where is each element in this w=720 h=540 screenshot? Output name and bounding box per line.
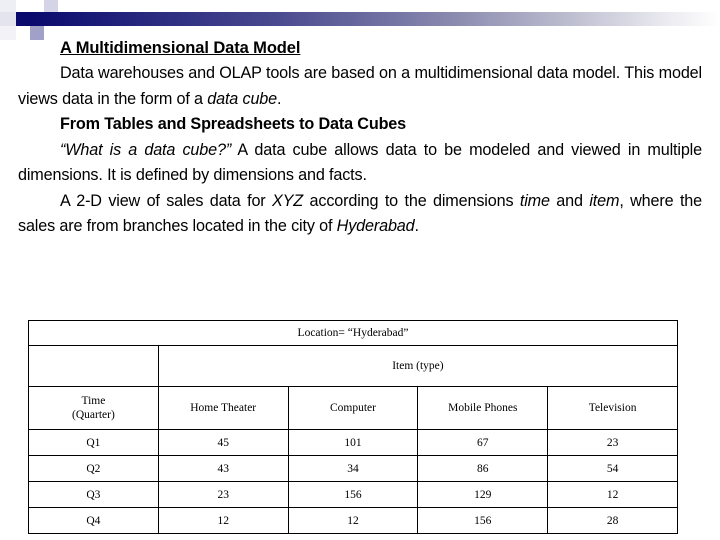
paragraph-intro: Data warehouses and OLAP tools are based…	[18, 61, 702, 112]
cell-value: 12	[547, 481, 678, 508]
paragraph-example-e: .	[414, 217, 420, 235]
paragraph-example-time: time	[519, 191, 550, 210]
page-title: A Multidimensional Data Model	[60, 39, 301, 57]
cell-value: 23	[157, 481, 289, 508]
deco-square-light-1	[30, 0, 44, 12]
paragraph-definition-quote: “What is a data cube?”	[60, 140, 232, 159]
location-header-cell: Location= “Hyderabad”	[28, 320, 678, 346]
slide-body: A Multidimensional Data Model Data wareh…	[18, 38, 702, 240]
deco-square-pale-1	[0, 0, 16, 12]
table-body: Location= “Hyderabad” Item (type) Time (Q…	[28, 320, 679, 534]
column-header-computer: Computer	[287, 386, 419, 430]
paragraph-example-xyz: XYZ	[272, 191, 304, 210]
cell-value: 156	[417, 507, 549, 534]
item-header-cell: Item (type)	[157, 345, 679, 387]
cell-value: 86	[417, 455, 549, 482]
row-header-quarter: Q2	[28, 455, 159, 482]
paragraph-example-item: item	[589, 191, 620, 210]
table-row-location: Location= “Hyderabad”	[28, 320, 678, 346]
deco-square-light-2	[44, 0, 58, 12]
deco-square-light-3	[58, 0, 72, 12]
column-header-home-theater: Home Theater	[157, 386, 289, 430]
time-header-cell: Time (Quarter)	[28, 386, 159, 430]
paragraph-example-b: according to the dimensions	[303, 191, 520, 210]
paragraph-example: A 2-D view of sales data for XYZ accordi…	[18, 189, 702, 240]
cell-value: 45	[157, 429, 289, 456]
paragraph-example-a: A 2-D view of sales data for	[60, 191, 273, 210]
paragraph-definition: “What is a data cube?” A data cube allow…	[18, 138, 702, 189]
deco-square-pale-2	[16, 0, 30, 12]
cell-value: 101	[287, 429, 419, 456]
header-decoration	[0, 0, 720, 40]
cell-value: 23	[547, 429, 678, 456]
cell-value: 67	[417, 429, 549, 456]
paragraph-intro-text-b: .	[277, 89, 282, 108]
row-header-quarter: Q3	[28, 481, 159, 508]
cell-value: 43	[157, 455, 289, 482]
column-header-mobile-phones: Mobile Phones	[417, 386, 549, 430]
corner-blank-cell	[28, 345, 159, 387]
deco-square-navy	[16, 12, 30, 26]
cell-value: 129	[417, 481, 549, 508]
table-row-column-headers: Time (Quarter) Home Theater Computer Mobi…	[28, 386, 678, 430]
sales-data-table: Location= “Hyderabad” Item (type) Time (Q…	[28, 320, 679, 534]
paragraph-example-c: and	[549, 191, 590, 210]
section-subheading: From Tables and Spreadsheets to Data Cub…	[60, 115, 407, 133]
row-header-quarter: Q1	[28, 429, 159, 456]
table-row: Q3 23 156 129 12	[28, 481, 678, 508]
cell-value: 34	[287, 455, 419, 482]
deco-square-pale-3	[0, 12, 16, 26]
column-header-television: Television	[547, 386, 678, 430]
table-row-item-group: Item (type)	[28, 345, 679, 387]
cell-value: 28	[547, 507, 678, 534]
cell-value: 12	[287, 507, 419, 534]
deco-square-pale-4	[0, 26, 16, 40]
table-row: Q2 43 34 86 54	[28, 455, 678, 482]
table-row: Q1 45 101 67 23	[28, 429, 678, 456]
time-header-line1: Time	[81, 395, 106, 407]
cell-value: 54	[547, 455, 678, 482]
paragraph-intro-emphasis: data cube	[207, 89, 278, 108]
cell-value: 12	[157, 507, 289, 534]
paragraph-example-city: Hyderabad	[336, 217, 415, 235]
header-gradient-bar	[30, 12, 720, 26]
time-header-line2: (Quarter)	[72, 409, 115, 421]
paragraph-intro-text-a: Data warehouses and OLAP tools are based…	[18, 64, 702, 108]
cell-value: 156	[287, 481, 419, 508]
table-row: Q4 12 12 156 28	[28, 507, 678, 534]
row-header-quarter: Q4	[28, 507, 159, 534]
